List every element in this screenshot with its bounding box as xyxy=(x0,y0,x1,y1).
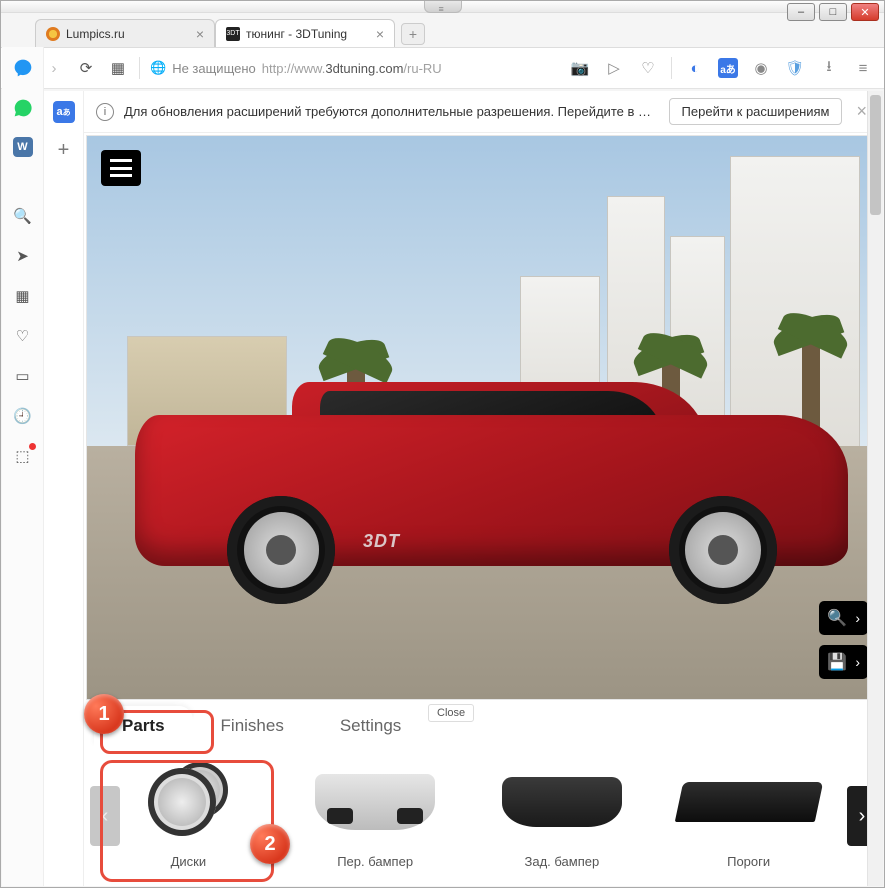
messenger-icon[interactable] xyxy=(12,57,34,79)
vpn-icon[interactable]: ◐ xyxy=(684,57,706,79)
callout-1: 1 xyxy=(84,694,124,734)
close-tooltip: Close xyxy=(428,704,474,722)
tab-finishes[interactable]: Finishes xyxy=(193,706,312,746)
page-content: i Для обновления расширений требуются до… xyxy=(84,91,883,886)
opera-menu-handle[interactable] xyxy=(424,1,462,13)
car-viewer[interactable]: 3DT 🔍 › 💾 › xyxy=(86,135,881,700)
address-bar[interactable]: 🌐 Не защищено http://www.3dtuning.com/ru… xyxy=(150,60,559,76)
part-item-rear-bumper[interactable]: Зад. бампер xyxy=(472,750,653,876)
download-icon[interactable]: ⭳ xyxy=(818,57,840,79)
callout-2: 2 xyxy=(250,824,290,864)
url-text: http://www.3dtuning.com/ru-RU xyxy=(262,61,442,76)
translate-icon[interactable]: aあ xyxy=(718,58,738,78)
rear-bumper-thumb xyxy=(473,751,652,852)
vertical-scrollbar[interactable] xyxy=(867,91,883,886)
app-window: – □ ✕ Lumpics.ru × 3DT тюнинг - 3DTuning… xyxy=(0,0,885,888)
translate-badge-icon[interactable]: aあ xyxy=(53,101,75,123)
zoom-button[interactable]: 🔍 › xyxy=(819,601,868,635)
search-icon[interactable]: 🔍 xyxy=(12,205,34,227)
part-item-front-bumper[interactable]: Пер. бампер xyxy=(285,750,466,876)
scrollbar-thumb[interactable] xyxy=(870,95,881,215)
snapshot-icon[interactable]: 📷 xyxy=(569,57,591,79)
heart-icon[interactable]: ♡ xyxy=(637,57,659,79)
favicon-icon: 3DT xyxy=(226,27,240,41)
easy-setup-icon[interactable]: ≡ xyxy=(852,57,874,79)
front-bumper-thumb xyxy=(286,751,465,852)
parts-panel: Parts Finishes Settings Close ‹ Диски Пе… xyxy=(84,700,883,886)
close-icon[interactable]: × xyxy=(376,26,384,42)
browser-tabs: Lumpics.ru × 3DT тюнинг - 3DTuning × + xyxy=(1,13,884,47)
extension-icon[interactable]: ◉ xyxy=(750,57,772,79)
titlebar[interactable]: – □ ✕ xyxy=(1,1,884,13)
tab-settings[interactable]: Settings xyxy=(312,706,429,746)
notice-text: Для обновления расширений требуются допо… xyxy=(124,104,659,119)
save-icon: 💾 xyxy=(827,652,847,672)
extension-notice-bar: i Для обновления расширений требуются до… xyxy=(84,91,883,133)
window-minimize-button[interactable]: – xyxy=(787,3,815,21)
close-icon[interactable]: × xyxy=(196,26,204,42)
page-mini-sidebar: aあ + xyxy=(44,91,84,886)
viewer-menu-button[interactable] xyxy=(101,150,141,186)
browser-toolbar: ‹ › ⟳ ▦ 🌐 Не защищено http://www.3dtunin… xyxy=(1,47,884,89)
part-label: Пороги xyxy=(727,854,770,869)
new-tab-button[interactable]: + xyxy=(401,23,425,45)
part-item-wheels[interactable]: Диски xyxy=(98,750,279,876)
whatsapp-icon[interactable] xyxy=(12,97,34,119)
speed-dial-icon[interactable]: ▦ xyxy=(12,285,34,307)
car-wheel-front xyxy=(227,496,335,604)
info-icon: i xyxy=(96,103,114,121)
part-item-side-skirts[interactable]: Пороги xyxy=(658,750,839,876)
adblock-icon[interactable]: 🛡 xyxy=(784,57,806,79)
favicon-icon xyxy=(46,27,60,41)
history-icon[interactable]: 🕘 xyxy=(12,405,34,427)
news-icon[interactable]: ▭ xyxy=(12,365,34,387)
part-label: Диски xyxy=(171,854,207,869)
parts-tabs: Parts Finishes Settings xyxy=(94,700,883,746)
tab-title: Lumpics.ru xyxy=(66,27,190,41)
zoom-in-icon: 🔍 xyxy=(827,608,847,628)
window-close-button[interactable]: ✕ xyxy=(851,3,879,21)
parts-carousel: ‹ Диски Пер. бампер Зад. бампер xyxy=(84,746,883,886)
browser-tab-3dtuning[interactable]: 3DT тюнинг - 3DTuning × xyxy=(215,19,395,47)
goto-extensions-button[interactable]: Перейти к расширениям xyxy=(669,98,843,125)
globe-icon: 🌐 xyxy=(150,60,166,76)
speed-dial-button[interactable]: ▦ xyxy=(107,57,129,79)
vk-icon[interactable]: W xyxy=(13,137,33,157)
separator xyxy=(139,57,140,79)
security-status: Не защищено xyxy=(172,61,256,76)
window-maximize-button[interactable]: □ xyxy=(819,3,847,21)
part-label: Зад. бампер xyxy=(525,854,600,869)
opera-sidebar: W 🔍 ➤ ▦ ♡ ▭ 🕘 ⬚ xyxy=(2,47,44,886)
toolbar-actions: 📷 ▷ ♡ ◐ aあ ◉ 🛡 ⭳ ≡ xyxy=(569,57,874,79)
carousel-prev-button[interactable]: ‹ xyxy=(90,786,120,846)
chevron-right-icon: › xyxy=(855,654,860,670)
tab-title: тюнинг - 3DTuning xyxy=(246,27,370,41)
add-panel-button[interactable]: + xyxy=(58,139,70,162)
watermark-logo: 3DT xyxy=(363,531,400,552)
reload-button[interactable]: ⟳ xyxy=(75,57,97,79)
nav-forward-button[interactable]: › xyxy=(43,57,65,79)
separator xyxy=(671,57,672,79)
cast-icon[interactable]: ▷ xyxy=(603,57,625,79)
skirt-thumb xyxy=(659,751,838,852)
chevron-right-icon: › xyxy=(855,610,860,626)
bookmarks-icon[interactable]: ♡ xyxy=(12,325,34,347)
flow-icon[interactable]: ➤ xyxy=(12,245,34,267)
car-model[interactable]: 3DT xyxy=(135,372,849,608)
extensions-cube-icon[interactable]: ⬚ xyxy=(12,445,34,467)
part-label: Пер. бампер xyxy=(337,854,413,869)
save-button[interactable]: 💾 › xyxy=(819,645,868,679)
browser-tab-lumpics[interactable]: Lumpics.ru × xyxy=(35,19,215,47)
car-wheel-rear xyxy=(669,496,777,604)
